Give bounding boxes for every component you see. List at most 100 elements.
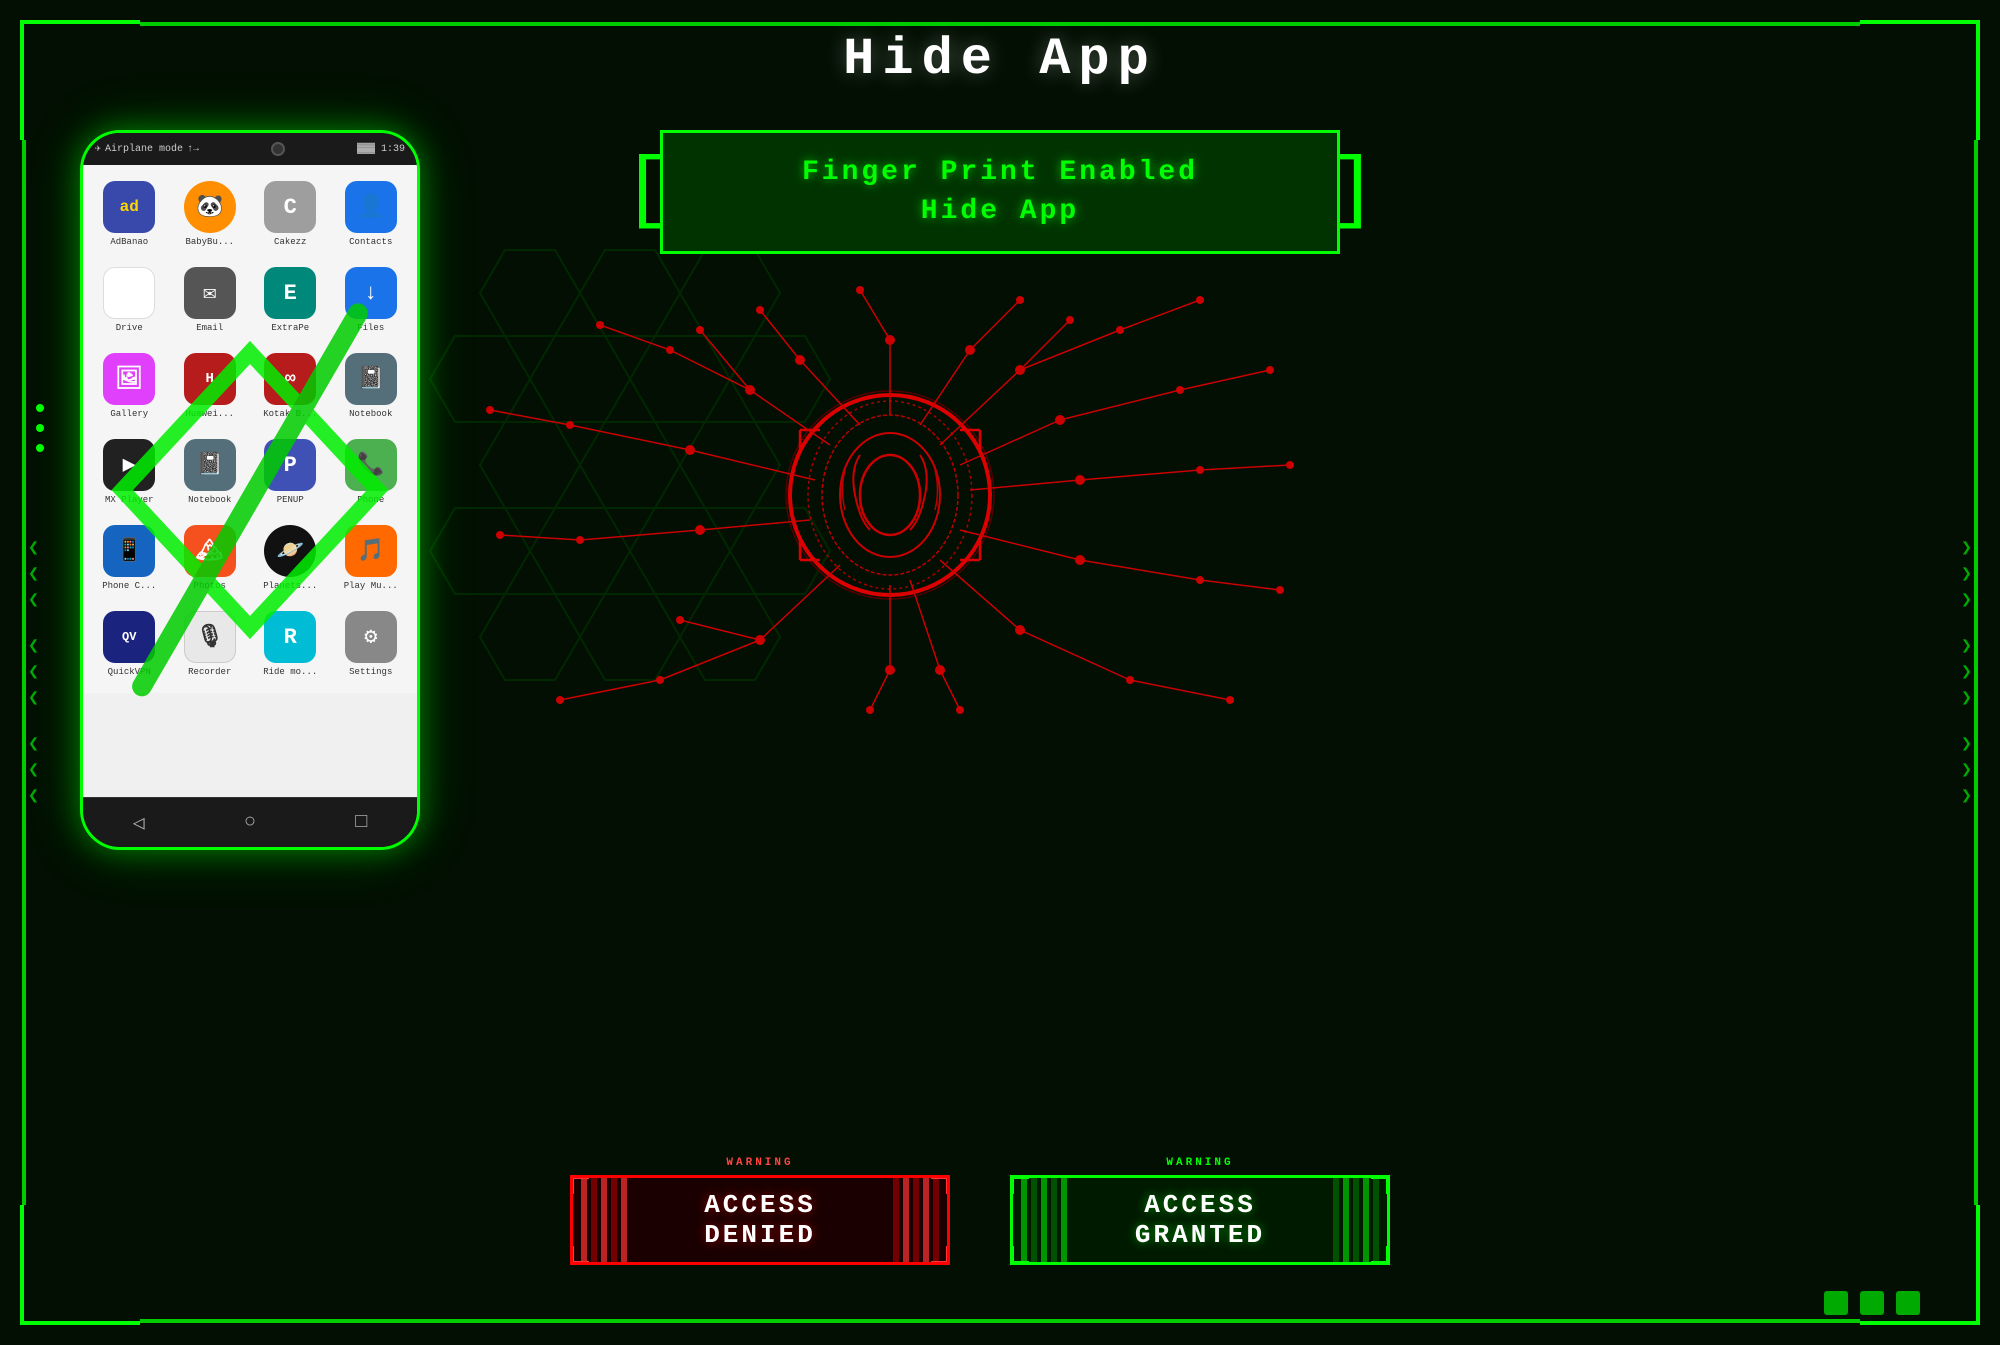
phone-navbar: ◁ ○ □ (83, 797, 417, 847)
app-icon: ▲ (103, 267, 155, 319)
app-icon: 🪐 (264, 525, 316, 577)
app-label: Drive (116, 323, 143, 333)
fingerprint-title-box: Finger Print Enabled Hide App (660, 130, 1340, 254)
list-item[interactable]: 📓 Notebook (172, 431, 249, 513)
app-label: ExtraPe (271, 323, 309, 333)
list-item[interactable]: 👤 Contacts (333, 173, 410, 255)
app-icon: R (264, 611, 316, 663)
app-icon: ↓ (345, 267, 397, 319)
app-icon: ∞ (264, 353, 316, 405)
status-right: ▓▓▓ 1:39 (357, 144, 405, 155)
granted-bc-tl (1011, 1176, 1029, 1194)
list-item[interactable]: ad AdBanao (91, 173, 168, 255)
list-item[interactable]: E ExtraPe (252, 259, 329, 341)
list-item[interactable]: P PENUP (252, 431, 329, 513)
denied-bc-tl (571, 1176, 589, 1194)
app-label: Phone (357, 495, 384, 505)
list-item[interactable]: 📓 Notebook (333, 345, 410, 427)
list-item[interactable]: 📱 Phone C... (91, 517, 168, 599)
granted-bc-tr (1371, 1176, 1389, 1194)
app-label: Cakezz (274, 237, 306, 247)
app-label: Play Mu... (344, 581, 398, 591)
phone-screen: ad AdBanao 🐼 BabyBu... C Cakezz 👤 Contac… (83, 165, 417, 797)
bracket-corner-br (1320, 234, 1340, 254)
denied-bc-bl (571, 1246, 589, 1264)
access-denied-text: ACCESS DENIED (704, 1190, 816, 1250)
app-grid: ad AdBanao 🐼 BabyBu... C Cakezz 👤 Contac… (83, 165, 417, 693)
granted-bc-br (1371, 1246, 1389, 1264)
app-label: Notebook (188, 495, 231, 505)
list-item[interactable]: R Ride mo... (252, 603, 329, 685)
app-icon: 📓 (184, 439, 236, 491)
app-label: MX Player (105, 495, 154, 505)
list-item[interactable]: 🏔 Photos (172, 517, 249, 599)
access-granted-text: ACCESS GRANTED (1135, 1190, 1265, 1250)
app-label: AdBanao (110, 237, 148, 247)
app-label: Contacts (349, 237, 392, 247)
home-nav-icon[interactable]: ○ (244, 811, 256, 834)
bracket-corner-tr (1320, 130, 1340, 150)
list-item[interactable]: 🐼 BabyBu... (172, 173, 249, 255)
status-left: ✈ Airplane mode ↑→ (95, 143, 199, 155)
app-icon: E (264, 267, 316, 319)
indicator-dot-3 (1896, 1291, 1920, 1315)
bracket-corner-tl (660, 130, 680, 150)
list-item[interactable]: C Cakezz (252, 173, 329, 255)
list-item[interactable]: ✉ Email (172, 259, 249, 341)
indicator-dot-1 (1824, 1291, 1848, 1315)
list-item[interactable]: 🎙 Recorder (172, 603, 249, 685)
app-icon: H (184, 353, 236, 405)
list-item[interactable]: H Huawei... (172, 345, 249, 427)
access-denied-warning: WARNING (726, 1157, 793, 1169)
app-icon: 🐼 (184, 181, 236, 233)
side-dots (36, 404, 44, 452)
list-item[interactable]: QV QuickVPN (91, 603, 168, 685)
app-label: Ride mo... (263, 667, 317, 677)
list-item[interactable]: ∞ Kotak B... (252, 345, 329, 427)
app-icon: 🖼 (103, 353, 155, 405)
back-nav-icon[interactable]: ◁ (133, 810, 145, 836)
app-icon: 🎵 (345, 525, 397, 577)
app-icon: 📓 (345, 353, 397, 405)
list-item[interactable]: 🎵 Play Mu... (333, 517, 410, 599)
app-icon: ad (103, 181, 155, 233)
app-label: Planets... (263, 581, 317, 591)
access-granted-button[interactable]: WARNING ACCESS GRANTED (1010, 1175, 1390, 1275)
list-item[interactable]: 📞 Phone (333, 431, 410, 513)
denied-bc-br (931, 1246, 949, 1264)
app-icon: ⚙ (345, 611, 397, 663)
access-granted-body: ACCESS GRANTED (1010, 1175, 1390, 1265)
fingerprint-title-inner: Finger Print Enabled Hide App (660, 130, 1340, 254)
app-icon: 👤 (345, 181, 397, 233)
bracket-corner-bl (660, 234, 680, 254)
right-arrows: ❯ ❯ ❯ ❯ ❯ ❯ ❯ ❯ ❯ (1961, 540, 1972, 806)
app-icon: 📞 (345, 439, 397, 491)
app-icon: C (264, 181, 316, 233)
list-item[interactable]: ▲ Drive (91, 259, 168, 341)
fingerprint-svg (480, 270, 1300, 720)
list-item[interactable]: ▶ MX Player (91, 431, 168, 513)
app-icon: ▶ (103, 439, 155, 491)
bottom-indicator-dots (1824, 1291, 1920, 1315)
front-camera (271, 142, 285, 156)
hud-right-line (1974, 140, 1978, 1205)
access-denied-button[interactable]: WARNING ACCESS DENIED (570, 1175, 950, 1275)
access-denied-body: ACCESS DENIED (570, 1175, 950, 1265)
indicator-dot-2 (1860, 1291, 1884, 1315)
access-granted-warning: WARNING (1166, 1157, 1233, 1169)
phone-mockup: ✈ Airplane mode ↑→ ▓▓▓ 1:39 ‹ Hidden App… (80, 130, 430, 1260)
app-label: Gallery (110, 409, 148, 419)
left-arrows: ❮ ❮ ❮ ❮ ❮ ❮ ❮ ❮ ❮ (28, 540, 39, 806)
list-item[interactable]: ↓ Files (333, 259, 410, 341)
denied-bc-tr (931, 1176, 949, 1194)
recents-nav-icon[interactable]: □ (355, 811, 367, 834)
fingerprint-visual (480, 270, 1300, 720)
list-item[interactable]: 🖼 Gallery (91, 345, 168, 427)
app-label: Phone C... (102, 581, 156, 591)
hud-top-line (140, 22, 1860, 26)
app-icon: 📱 (103, 525, 155, 577)
page-title: Hide App (0, 30, 2000, 89)
list-item[interactable]: ⚙ Settings (333, 603, 410, 685)
app-label: Notebook (349, 409, 392, 419)
list-item[interactable]: 🪐 Planets... (252, 517, 329, 599)
